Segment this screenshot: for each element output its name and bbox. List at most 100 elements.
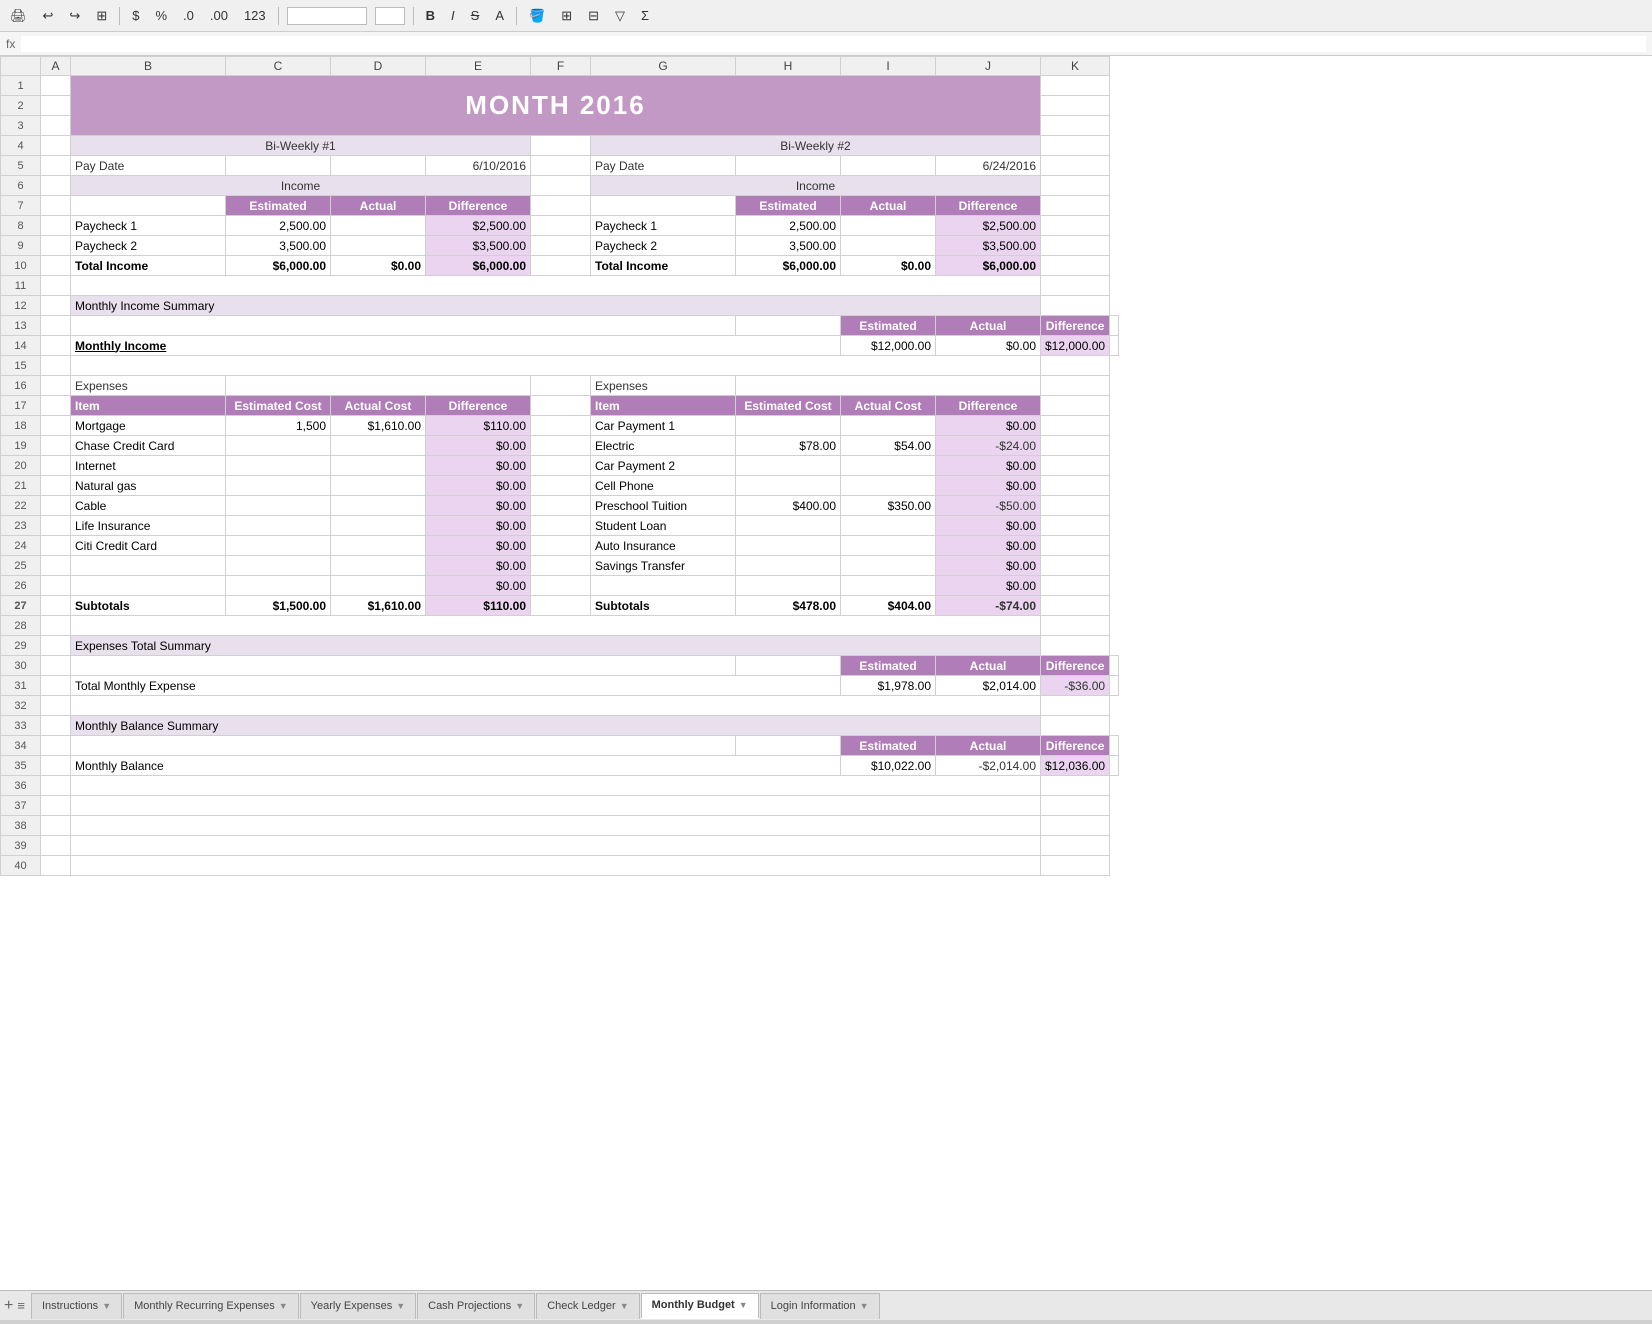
paycheck1-label-1[interactable]: Paycheck 1 bbox=[71, 216, 226, 236]
r14-a[interactable] bbox=[41, 336, 71, 356]
paycheck2-est-1[interactable]: 3,500.00 bbox=[226, 236, 331, 256]
tab-instructions[interactable]: Instructions ▼ bbox=[31, 1293, 122, 1319]
r30-spacer[interactable] bbox=[71, 656, 736, 676]
paycheck2-est-2[interactable]: 3,500.00 bbox=[736, 236, 841, 256]
total-income-act-1[interactable]: $0.00 bbox=[331, 256, 426, 276]
r8-k[interactable] bbox=[1041, 216, 1110, 236]
r7-a[interactable] bbox=[41, 196, 71, 216]
decimal2-btn[interactable]: .00 bbox=[206, 6, 232, 25]
exp1-r21-est[interactable] bbox=[226, 476, 331, 496]
r11-a[interactable] bbox=[41, 276, 71, 296]
exp1-r19-est[interactable] bbox=[226, 436, 331, 456]
exp2-r22-diff[interactable]: -$50.00 bbox=[936, 496, 1041, 516]
r39-a[interactable] bbox=[41, 836, 71, 856]
r1-a[interactable] bbox=[41, 76, 71, 96]
r40-main[interactable] bbox=[71, 856, 1041, 876]
r35-a[interactable] bbox=[41, 756, 71, 776]
tab-monthly-budget-dropdown[interactable]: ▼ bbox=[739, 1300, 748, 1310]
r4-k[interactable] bbox=[1041, 136, 1110, 156]
r21-k[interactable] bbox=[1041, 476, 1110, 496]
exp-act-hdr-2[interactable]: Actual Cost bbox=[841, 396, 936, 416]
r16-f[interactable] bbox=[531, 376, 591, 396]
summary-diff-hdr[interactable]: Difference bbox=[1041, 316, 1110, 336]
summary-act-hdr[interactable]: Actual bbox=[936, 316, 1041, 336]
exp1-r18-act[interactable]: $1,610.00 bbox=[331, 416, 426, 436]
sum-btn[interactable]: Σ bbox=[637, 6, 653, 25]
exp-est-hdr-1[interactable]: Estimated Cost bbox=[226, 396, 331, 416]
exp2-r24-diff[interactable]: $0.00 bbox=[936, 536, 1041, 556]
r10-a[interactable] bbox=[41, 256, 71, 276]
exp1-r24-diff[interactable]: $0.00 bbox=[426, 536, 531, 556]
monthly-balance-diff[interactable]: $12,036.00 bbox=[1041, 756, 1110, 776]
pay-date-value-1[interactable]: 6/10/2016 bbox=[426, 156, 531, 176]
exp1-r21-act[interactable] bbox=[331, 476, 426, 496]
r33-k[interactable] bbox=[1041, 716, 1110, 736]
r8-f[interactable] bbox=[531, 216, 591, 236]
merge-btn[interactable]: ⊟ bbox=[584, 6, 603, 26]
exp1-r19-act[interactable] bbox=[331, 436, 426, 456]
col-d-header[interactable]: D bbox=[331, 57, 426, 76]
r18-k[interactable] bbox=[1041, 416, 1110, 436]
r38-main[interactable] bbox=[71, 816, 1041, 836]
r20-a[interactable] bbox=[41, 456, 71, 476]
r19-f[interactable] bbox=[531, 436, 591, 456]
sheet-title-cell[interactable]: MONTH 2016 bbox=[71, 76, 1041, 136]
r34-h[interactable] bbox=[736, 736, 841, 756]
print-btn[interactable]: 🖨 bbox=[6, 6, 31, 26]
r23-a[interactable] bbox=[41, 516, 71, 536]
income-act-hdr-2[interactable]: Actual bbox=[841, 196, 936, 216]
r32-k[interactable] bbox=[1041, 696, 1110, 716]
bal-sum-est-hdr[interactable]: Estimated bbox=[841, 736, 936, 756]
tab-check-ledger-dropdown[interactable]: ▼ bbox=[620, 1301, 629, 1311]
exp-item-hdr-2[interactable]: Item bbox=[591, 396, 736, 416]
exp2-r25-act[interactable] bbox=[841, 556, 936, 576]
r17-f[interactable] bbox=[531, 396, 591, 416]
r26-f[interactable] bbox=[531, 576, 591, 596]
col-f-header[interactable]: F bbox=[531, 57, 591, 76]
exp1-r26-diff[interactable]: $0.00 bbox=[426, 576, 531, 596]
r40-k[interactable] bbox=[1041, 856, 1110, 876]
subtotals-label-1[interactable]: Subtotals bbox=[71, 596, 226, 616]
col-a-header[interactable]: A bbox=[41, 57, 71, 76]
monthly-balance-summary-label[interactable]: Monthly Balance Summary bbox=[71, 716, 1041, 736]
filter-btn[interactable]: ▽ bbox=[611, 6, 629, 26]
monthly-balance-label[interactable]: Monthly Balance bbox=[71, 756, 841, 776]
fill-btn[interactable]: 🪣 bbox=[525, 6, 549, 26]
bold-btn[interactable]: B bbox=[422, 6, 439, 25]
paycheck2-act-1[interactable] bbox=[331, 236, 426, 256]
r24-a[interactable] bbox=[41, 536, 71, 556]
exp2-r21-item[interactable]: Cell Phone bbox=[591, 476, 736, 496]
exp1-r21-diff[interactable]: $0.00 bbox=[426, 476, 531, 496]
r7-f[interactable] bbox=[531, 196, 591, 216]
subtotals-act-2[interactable]: $404.00 bbox=[841, 596, 936, 616]
exp2-r19-diff[interactable]: -$24.00 bbox=[936, 436, 1041, 456]
r10-f[interactable] bbox=[531, 256, 591, 276]
exp2-r20-act[interactable] bbox=[841, 456, 936, 476]
exp2-r23-item[interactable]: Student Loan bbox=[591, 516, 736, 536]
col-c-header[interactable]: C bbox=[226, 57, 331, 76]
r25-f[interactable] bbox=[531, 556, 591, 576]
r14-k[interactable] bbox=[1110, 336, 1119, 356]
tab-monthly-recurring[interactable]: Monthly Recurring Expenses ▼ bbox=[123, 1293, 299, 1319]
r22-a[interactable] bbox=[41, 496, 71, 516]
exp1-r22-diff[interactable]: $0.00 bbox=[426, 496, 531, 516]
exp-act-hdr-1[interactable]: Actual Cost bbox=[331, 396, 426, 416]
r37-k[interactable] bbox=[1041, 796, 1110, 816]
bal-sum-diff-hdr[interactable]: Difference bbox=[1041, 736, 1110, 756]
r13-k[interactable] bbox=[1110, 316, 1119, 336]
r15-main[interactable] bbox=[71, 356, 1041, 376]
exp2-r18-item[interactable]: Car Payment 1 bbox=[591, 416, 736, 436]
sheet-area[interactable]: A B C D E F G H I J K 1 MONT bbox=[0, 56, 1652, 1290]
undo-btn[interactable]: ↩ bbox=[39, 6, 58, 26]
col-h-header[interactable]: H bbox=[736, 57, 841, 76]
tab-instructions-dropdown[interactable]: ▼ bbox=[102, 1301, 111, 1311]
exp2-r23-est[interactable] bbox=[736, 516, 841, 536]
monthly-income-summary-label[interactable]: Monthly Income Summary bbox=[71, 296, 1041, 316]
exp2-r20-est[interactable] bbox=[736, 456, 841, 476]
r36-main[interactable] bbox=[71, 776, 1041, 796]
r5-d[interactable] bbox=[331, 156, 426, 176]
r38-k[interactable] bbox=[1041, 816, 1110, 836]
exp2-r22-item[interactable]: Preschool Tuition bbox=[591, 496, 736, 516]
pay-date-label-1[interactable]: Pay Date bbox=[71, 156, 226, 176]
r27-a[interactable] bbox=[41, 596, 71, 616]
